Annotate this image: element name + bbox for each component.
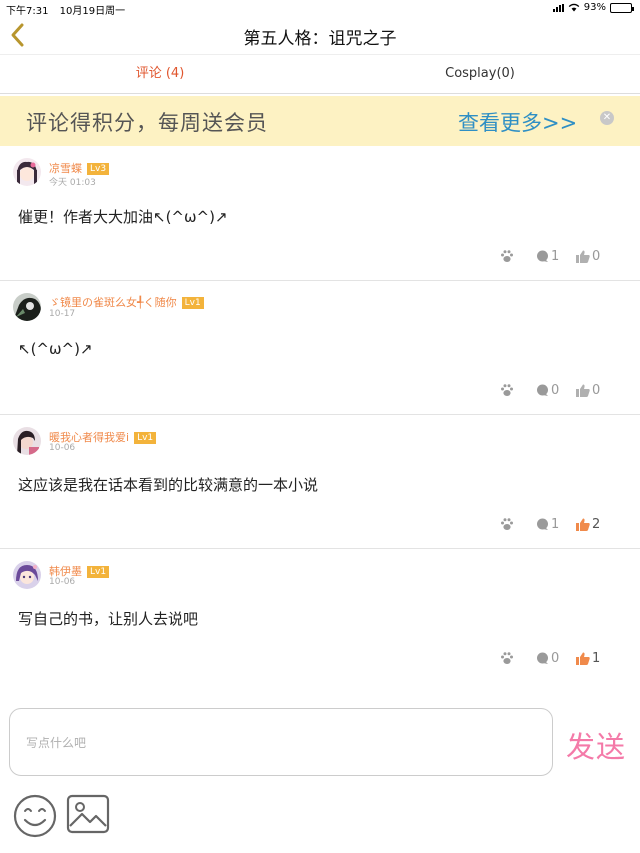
level-badge: Lv1 [134,432,157,444]
thumbs-up-icon [576,518,590,531]
comment-username-row: 凉雪蝶 Lv3 [49,160,110,176]
comment-item: 韩伊墨 Lv1 10-06 写自己的书，让别人去说吧 0 1 [0,549,640,686]
avatar[interactable] [13,427,41,455]
level-badge: Lv3 [87,163,110,175]
nav-bar: 第五人格：诅咒之子 [0,16,640,54]
comment-actions: 1 2 [500,516,640,532]
reply-count: 0 [551,650,560,666]
thumbs-up-icon [576,384,590,397]
wifi-icon [568,3,580,12]
status-time-date: 下午7:31 10月19日周一 [6,2,125,17]
reply-button[interactable]: 0 [536,650,559,666]
comment-bubble-icon [537,250,548,262]
comment-bubble-icon [537,652,548,664]
comment-item: 暖我心者得我爱i Lv1 10-06 这应该是我在话本看到的比较满意的一本小说 1… [0,415,640,549]
comment-actions: 0 1 [500,650,640,666]
reply-count: 0 [551,382,560,398]
like-count: 1 [592,650,601,666]
reply-button[interactable]: 0 [536,382,559,398]
comment-bubble-icon [537,518,548,530]
status-bar: 下午7:31 10月19日周一 93% [0,0,640,17]
level-badge: Lv1 [87,566,110,578]
reply-count: 1 [551,516,560,532]
reply-button[interactable]: 1 [536,248,559,264]
comment-text: ↖(^ω^)↗ [18,340,93,358]
like-count: 2 [592,516,601,532]
avatar[interactable] [13,561,41,589]
paw-icon[interactable] [500,382,514,398]
close-icon[interactable]: ✕ [600,111,614,125]
paw-icon[interactable] [500,516,514,532]
like-button[interactable]: 0 [576,248,600,264]
comment-date: 10-06 [49,577,76,587]
battery-percent: 93% [583,2,606,13]
avatar[interactable] [13,293,41,321]
avatar[interactable] [13,158,41,186]
banner-text: 评论得积分，每周送会员 [26,111,268,135]
thumbs-up-icon [576,652,590,665]
comment-username[interactable]: ゞ镜里の雀斑么女╃く随你 [49,296,177,309]
comment-actions: 0 0 [500,382,640,398]
comment-actions: 1 0 [500,248,640,264]
level-badge: Lv1 [181,297,204,309]
comment-text: 写自己的书，让别人去说吧 [18,610,199,628]
like-count: 0 [592,248,601,264]
comment-date: 10-17 [49,309,76,319]
paw-icon[interactable] [500,650,514,666]
comment-username[interactable]: 凉雪蝶 [49,162,82,175]
comment-username-row: ゞ镜里の雀斑么女╃く随你 Lv1 [49,294,204,310]
like-count: 0 [592,382,601,398]
like-button[interactable]: 2 [576,516,600,532]
image-icon[interactable] [66,794,110,834]
comment-date: 10-06 [49,443,76,453]
battery-icon [610,2,634,13]
status-right: 93% [552,2,634,13]
like-button[interactable]: 1 [576,650,600,666]
paw-icon[interactable] [500,248,514,264]
like-button[interactable]: 0 [576,382,600,398]
comment-item: 凉雪蝶 Lv3 今天 01:03 催更！作者大大加油↖(^ω^)↗ 1 0 [0,146,640,281]
thumbs-up-icon [576,250,590,263]
reply-button[interactable]: 1 [536,516,559,532]
signal-icon [552,3,564,12]
send-button[interactable]: 发送 [566,724,626,766]
tab-bar: 评论 (4) Cosplay(0) [0,54,640,94]
comment-input[interactable] [26,731,526,755]
banner-more-link[interactable]: 查看更多>> [458,107,577,137]
comment-input-box[interactable] [9,708,553,776]
page-title: 第五人格：诅咒之子 [243,29,397,49]
comment-text: 这应该是我在话本看到的比较满意的一本小说 [18,476,319,494]
tab-comments[interactable]: 评论 (4) [0,55,320,95]
comment-date: 今天 01:03 [49,178,96,188]
reply-count: 1 [551,248,560,264]
promo-banner: 评论得积分，每周送会员 查看更多>> ✕ [0,96,640,146]
tab-cosplay[interactable]: Cosplay(0) [320,55,640,95]
comment-text: 催更！作者大大加油↖(^ω^)↗ [18,208,228,226]
comment-item: ゞ镜里の雀斑么女╃く随你 Lv1 10-17 ↖(^ω^)↗ 0 0 [0,281,640,415]
comment-bubble-icon [537,384,548,396]
smiley-icon[interactable] [13,794,57,838]
